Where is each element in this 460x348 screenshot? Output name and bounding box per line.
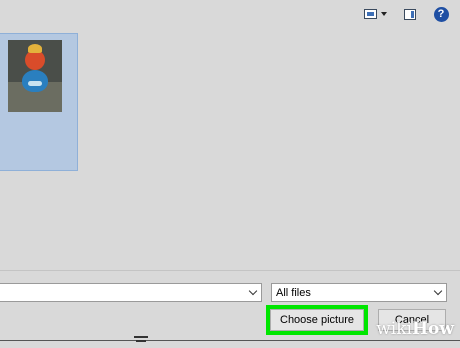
image-thumbnail (8, 40, 62, 112)
choose-picture-highlight: Choose picture (266, 305, 368, 335)
file-name-combobox[interactable] (0, 283, 262, 302)
help-icon: ? (433, 6, 449, 22)
change-view-button[interactable] (360, 5, 390, 23)
choose-picture-button[interactable]: Choose picture (270, 309, 364, 331)
status-bar (0, 336, 460, 347)
file-type-dropdown-button[interactable] (430, 284, 446, 301)
resize-grip-icon (134, 336, 148, 348)
chevron-down-icon (433, 286, 443, 296)
change-view-icon (363, 9, 377, 19)
file-list-area[interactable] (0, 28, 460, 270)
dialog-toolbar: ? (0, 0, 460, 28)
caret-down-icon (380, 12, 387, 16)
wikihow-watermark: wikiHow (376, 319, 454, 339)
help-button[interactable]: ? (432, 5, 450, 23)
file-name-dropdown-button[interactable] (245, 284, 261, 301)
file-type-select[interactable]: All files (271, 283, 447, 302)
preview-pane-icon (404, 8, 416, 20)
preview-pane-button[interactable] (402, 5, 418, 23)
file-type-value: All files (276, 286, 311, 299)
file-item-selected[interactable] (0, 33, 78, 171)
chevron-down-icon (248, 286, 258, 296)
